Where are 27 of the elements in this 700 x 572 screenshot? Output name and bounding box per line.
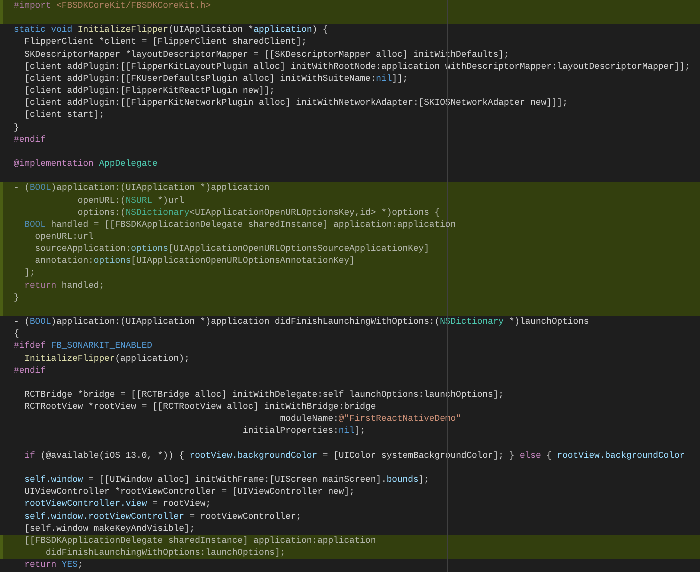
- code-line: moduleName:@"FirstReactNativeDemo": [279, 413, 462, 426]
- code-line: #endif: [13, 364, 47, 377]
- code-line: SKDescriptorMapper *layoutDescriptorMapper = [[SKDescriptorMapper alloc] initWithDefaults];: [24, 48, 510, 61]
- code-line: #endif: [13, 134, 47, 146]
- code-line: #ifdef FB_SONARKIT_ENABLED: [13, 340, 154, 353]
- code-line: [client addPlugin:[[FKUserDefaultsPlugin alloc] initWithSuiteName:nil]];: [24, 72, 410, 86]
- code-line: RCTRootView *rootView = [[RCTRootView alloc] initWithBridge:bridge: [24, 401, 378, 414]
- code-line: FlipperClient *client = [FlipperClient sharedClient];: [24, 36, 308, 49]
- code-line: self.window.rootViewController = rootViewController;: [24, 510, 303, 523]
- code-line: initialProperties:nil];: [242, 425, 367, 438]
- code-line: rootViewController.view = rootView;: [24, 498, 212, 511]
- code-line: static void InitializeFlipper(UIApplication *application) {: [13, 24, 330, 36]
- code-line: if (@available(iOS 13.0, *)) { rootView.backgroundColor = [UIColor systemBackgroundColor]; } else { rootView.backgroundColor: [24, 450, 686, 462]
- code-line: {: [13, 328, 20, 340]
- code-line: self.window = [[UIWindow alloc] initWithFrame:[UIScreen mainScreen].bounds];: [24, 474, 430, 486]
- code-line: RCTBridge *bridge = [[RCTBridge alloc] initWithDelegate:self launchOptions:launchOptions];: [24, 389, 505, 402]
- code-line: InitializeFlipper(application);: [24, 352, 191, 365]
- code-line: @implementation AppDelegate: [13, 158, 159, 170]
- code-line: [client addPlugin:[FlipperKitReactPlugin new]];: [24, 85, 276, 98]
- code-line: [client start];: [24, 109, 106, 122]
- code-line: [client addPlugin:[[FlipperKitLayoutPlugin alloc] initWithRootNode:application withDescriptorMapper:layoutDescriptorMapper]];: [24, 60, 692, 73]
- code-line: - (BOOL)application:(UIApplication *)application didFinishLaunchingWithOptions:(NSDictionary *)launchOptions: [13, 316, 590, 328]
- code-line: [client addPlugin:[[FlipperKitNetworkPlugin alloc] initWithNetworkAdapter:[SKIOSNetworkAdapter new]]];: [24, 97, 569, 110]
- code-line: [self.window makeKeyAndVisible];: [24, 522, 196, 535]
- code-line: UIViewController *rootViewController = [UIViewController new];: [24, 486, 356, 498]
- code-line: return YES;: [24, 559, 84, 572]
- code-line: }: [13, 122, 20, 134]
